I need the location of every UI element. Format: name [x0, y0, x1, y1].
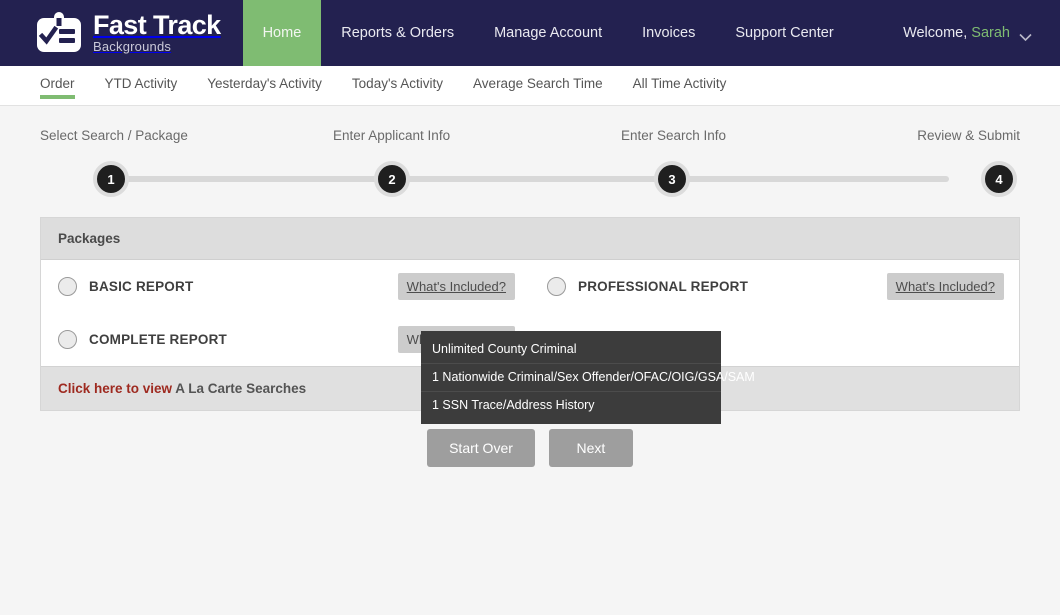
step-labels: Select Search / Package Enter Applicant … [40, 128, 1020, 150]
subnav-item-order[interactable]: Order [40, 66, 75, 91]
nav-item-invoices[interactable]: Invoices [622, 0, 715, 66]
stepper-track [111, 176, 949, 182]
whats-included-tooltip: Unlimited County Criminal 1 Nationwide C… [421, 331, 721, 424]
subnav-item-todays-activity[interactable]: Today's Activity [352, 66, 443, 91]
form-actions: Start Over Next [0, 429, 1060, 467]
step-label-1: Select Search / Package [40, 128, 188, 143]
radio-professional-report[interactable] [547, 277, 566, 296]
subnav-item-yesterdays-activity[interactable]: Yesterday's Activity [207, 66, 322, 91]
nav-item-manage-account[interactable]: Manage Account [474, 0, 622, 66]
a-la-carte-link[interactable]: Click here to view [58, 381, 172, 396]
step-node-4[interactable]: 4 [981, 161, 1017, 197]
a-la-carte-text: A La Carte Searches [172, 381, 306, 396]
brand-title: Fast Track [93, 12, 221, 39]
tooltip-item-3: 1 SSN Trace/Address History [421, 391, 721, 419]
progress-stepper: Select Search / Package Enter Applicant … [40, 128, 1020, 198]
tooltip-item-1: Unlimited County Criminal [421, 336, 721, 363]
id-badge-check-icon [36, 12, 82, 54]
nav-item-reports-orders[interactable]: Reports & Orders [321, 0, 474, 66]
whats-included-button-basic-report[interactable]: What's Included? [398, 273, 515, 300]
step-node-1[interactable]: 1 [93, 161, 129, 197]
primary-nav: Home Reports & Orders Manage Account Inv… [243, 0, 854, 66]
nav-item-home[interactable]: Home [243, 0, 322, 66]
welcome-text: Welcome, Sarah [903, 25, 1010, 41]
subnav-item-ytd-activity[interactable]: YTD Activity [105, 66, 178, 91]
radio-complete-report[interactable] [58, 330, 77, 349]
step-node-2[interactable]: 2 [374, 161, 410, 197]
account-username: Sarah [971, 25, 1010, 41]
step-node-3[interactable]: 3 [654, 161, 690, 197]
start-over-button[interactable]: Start Over [427, 429, 535, 467]
whats-included-button-professional-report[interactable]: What's Included? [887, 273, 1004, 300]
packages-panel-title: Packages [41, 218, 1019, 260]
package-option-basic-report[interactable]: BASIC REPORT What's Included? [41, 260, 530, 313]
subnav-item-all-time-activity[interactable]: All Time Activity [633, 66, 727, 91]
top-navbar: Fast Track Backgrounds Home Reports & Or… [0, 0, 1060, 66]
brand-logo[interactable]: Fast Track Backgrounds [0, 0, 221, 66]
tooltip-item-2: 1 Nationwide Criminal/Sex Offender/OFAC/… [421, 363, 721, 391]
step-label-4: Review & Submit [917, 128, 1020, 143]
account-menu[interactable]: Welcome, Sarah [903, 0, 1060, 66]
radio-basic-report[interactable] [58, 277, 77, 296]
secondary-nav: Order YTD Activity Yesterday's Activity … [0, 66, 1060, 106]
package-option-professional-report[interactable]: PROFESSIONAL REPORT What's Included? [530, 260, 1019, 313]
subnav-item-average-search-time[interactable]: Average Search Time [473, 66, 603, 91]
welcome-greeting: Welcome, [903, 25, 967, 41]
package-label-professional-report: PROFESSIONAL REPORT [578, 279, 748, 294]
step-label-3: Enter Search Info [621, 128, 726, 143]
step-label-2: Enter Applicant Info [333, 128, 450, 143]
nav-item-support-center[interactable]: Support Center [715, 0, 853, 66]
next-button[interactable]: Next [549, 429, 633, 467]
package-label-complete-report: COMPLETE REPORT [89, 332, 227, 347]
brand-subtitle: Backgrounds [93, 39, 221, 55]
package-label-basic-report: BASIC REPORT [89, 279, 193, 294]
chevron-down-icon[interactable] [1019, 29, 1032, 38]
